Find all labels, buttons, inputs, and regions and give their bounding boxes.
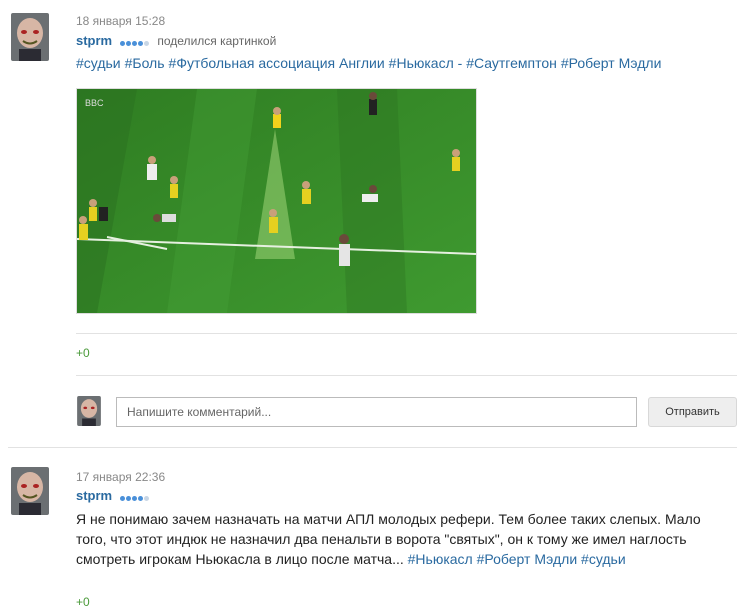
user-avatar[interactable] [11,467,49,515]
rating-dot [137,496,143,502]
post-image[interactable]: BBC [76,88,477,314]
hashtag-link[interactable]: #судьи [76,55,121,71]
divider [76,333,737,334]
avatar-image [77,396,101,426]
username-link[interactable]: stprm [76,33,112,48]
hashtag-link[interactable]: #Боль [125,55,165,71]
rating-dot [131,496,137,502]
post-action-text: поделился картинкой [157,34,277,48]
rating-dot [143,496,149,502]
football-pitch-image: BBC [77,89,476,313]
hashtag-link[interactable]: #Футбольная ассоциация Англии [169,55,385,71]
rating-dots [119,34,150,49]
bbc-watermark: BBC [85,98,104,108]
post-text-line: того, что этот индюк не назначил два пен… [76,531,687,547]
post-date: 18 января 15:28 [76,14,166,28]
rating-dot [137,41,143,47]
username-link[interactable]: stprm [76,488,112,503]
send-comment-button[interactable]: Отправить [648,397,737,427]
likes-counter[interactable]: +0 [76,346,90,360]
post-author-line: stprm поделился картинкой [76,33,276,49]
divider [76,375,737,376]
avatar-image [11,13,49,61]
rating-dot [131,41,137,47]
post-text: Я не понимаю зачем назначать на матчи АП… [76,509,736,569]
likes-counter[interactable]: +0 [76,595,90,609]
rating-dot [119,41,125,47]
rating-dot [143,41,149,47]
rating-dot [125,41,131,47]
hashtag-link[interactable]: #Ньюкасл - #Саутгемптон [389,55,557,71]
hashtag-link[interactable]: #Роберт Мэдли [477,551,578,567]
post-separator [8,447,737,448]
hashtag-link[interactable]: #Ньюкасл [408,551,473,567]
post-text-line: Я не понимаю зачем назначать на матчи АП… [76,511,701,527]
rating-dots [119,489,150,504]
post-tags: #судьи #Боль #Футбольная ассоциация Англии… [76,55,665,71]
commenter-avatar [77,396,101,426]
comment-input[interactable]: Напишите комментарий... [116,397,637,427]
hashtag-link[interactable]: #судьи [581,551,626,567]
rating-dot [125,496,131,502]
post-date: 17 января 22:36 [76,470,166,484]
user-avatar[interactable] [11,13,49,61]
avatar-image [11,467,49,515]
post-text-line: смотреть игрокам Ньюкасла в лицо после м… [76,551,404,567]
post-author-line: stprm [76,488,150,504]
hashtag-link[interactable]: #Роберт Мэдли [561,55,662,71]
rating-dot [119,496,125,502]
